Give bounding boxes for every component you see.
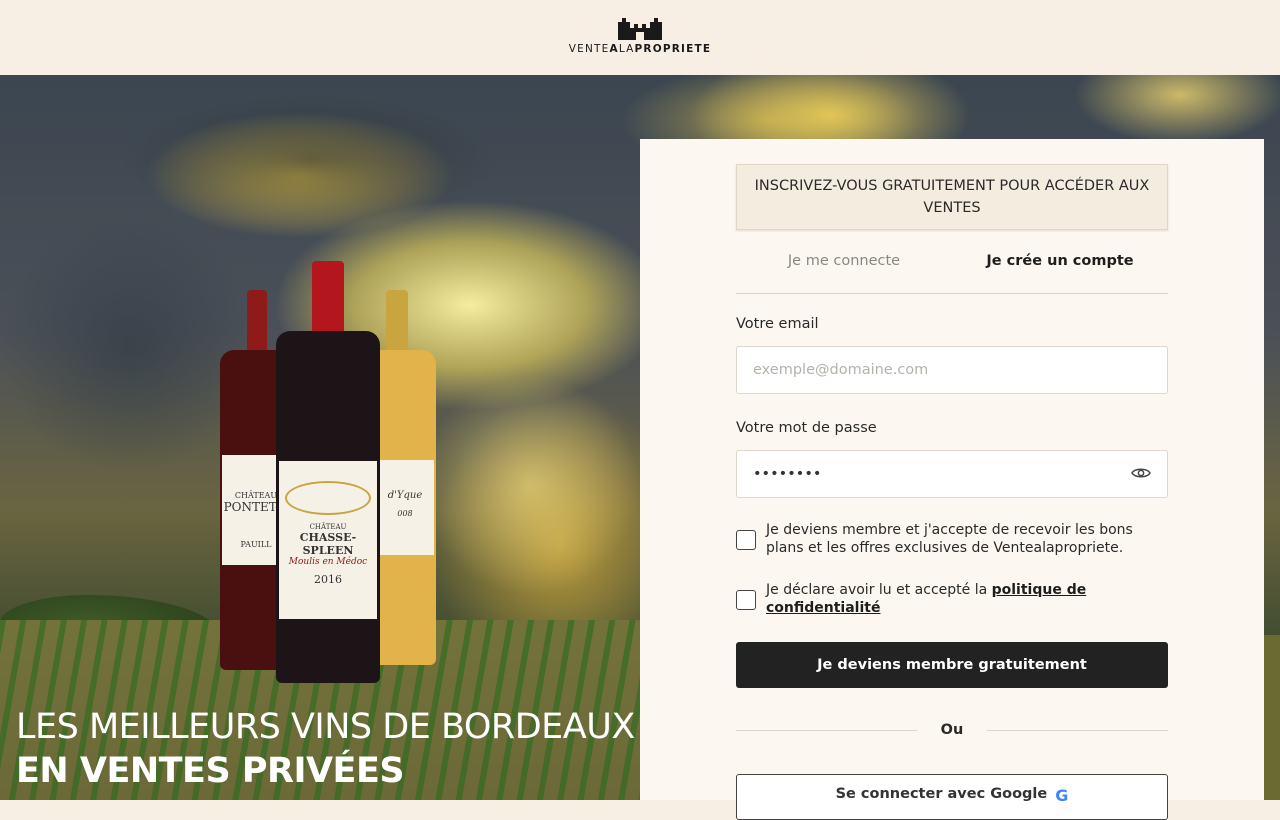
newsletter-consent-row: Je deviens membre et j'accepte de recevo… <box>736 521 1168 557</box>
privacy-checkbox[interactable] <box>736 590 756 610</box>
email-label: Votre email <box>736 316 819 332</box>
signup-panel: INSCRIVEZ-VOUS GRATUITEMENT POUR ACCÉDER… <box>640 139 1264 820</box>
google-login-button[interactable]: Se connecter avec Google G <box>736 774 1168 820</box>
logo-wordmark: VENTEALAPROPRIETE <box>568 43 712 55</box>
tab-create-account[interactable]: Je crée un compte <box>952 249 1168 293</box>
newsletter-checkbox[interactable] <box>736 530 756 550</box>
divider-line-right <box>987 729 1168 731</box>
or-divider: Ou <box>736 719 1168 741</box>
cloud-shape <box>120 95 500 225</box>
email-field[interactable] <box>736 346 1168 394</box>
site-header: VENTEALAPROPRIETE <box>0 0 1280 75</box>
hero-headline-line1: LES MEILLEURS VINS DE BORDEAUX <box>16 707 635 747</box>
tab-login[interactable]: Je me connecte <box>736 249 952 293</box>
divider-line-left <box>736 729 917 731</box>
hero-headline: LES MEILLEURS VINS DE BORDEAUX EN VENTES… <box>16 707 635 795</box>
chateau-logo-icon <box>618 18 662 40</box>
privacy-consent-text: Je déclare avoir lu et accepté la politi… <box>766 581 1168 617</box>
signup-banner: INSCRIVEZ-VOUS GRATUITEMENT POUR ACCÉDER… <box>736 164 1168 230</box>
privacy-consent-label: Je déclare avoir lu et accepté la <box>766 582 988 598</box>
google-icon: G <box>1055 786 1069 805</box>
divider-text: Ou <box>940 722 964 738</box>
password-label: Votre mot de passe <box>736 420 877 436</box>
newsletter-consent-text: Je deviens membre et j'accepte de recevo… <box>766 522 1133 556</box>
vineyard-edge <box>1264 635 1280 800</box>
sun-rays <box>420 375 640 595</box>
site-logo[interactable]: VENTEALAPROPRIETE <box>568 18 712 55</box>
show-password-eye-icon[interactable] <box>1130 461 1152 485</box>
password-field[interactable] <box>736 450 1168 498</box>
privacy-consent-row: Je déclare avoir lu et accepté la politi… <box>736 581 1168 617</box>
wine-bottle-chasse-spleen: CHÂTEAU CHASSE-SPLEEN Moulis en Médoc 20… <box>276 261 380 683</box>
hero-headline-line2: EN VENTES PRIVÉES <box>16 751 405 791</box>
auth-tabs: Je me connecte Je crée un compte <box>736 249 1168 294</box>
become-member-button[interactable]: Je deviens membre gratuitement <box>736 642 1168 688</box>
